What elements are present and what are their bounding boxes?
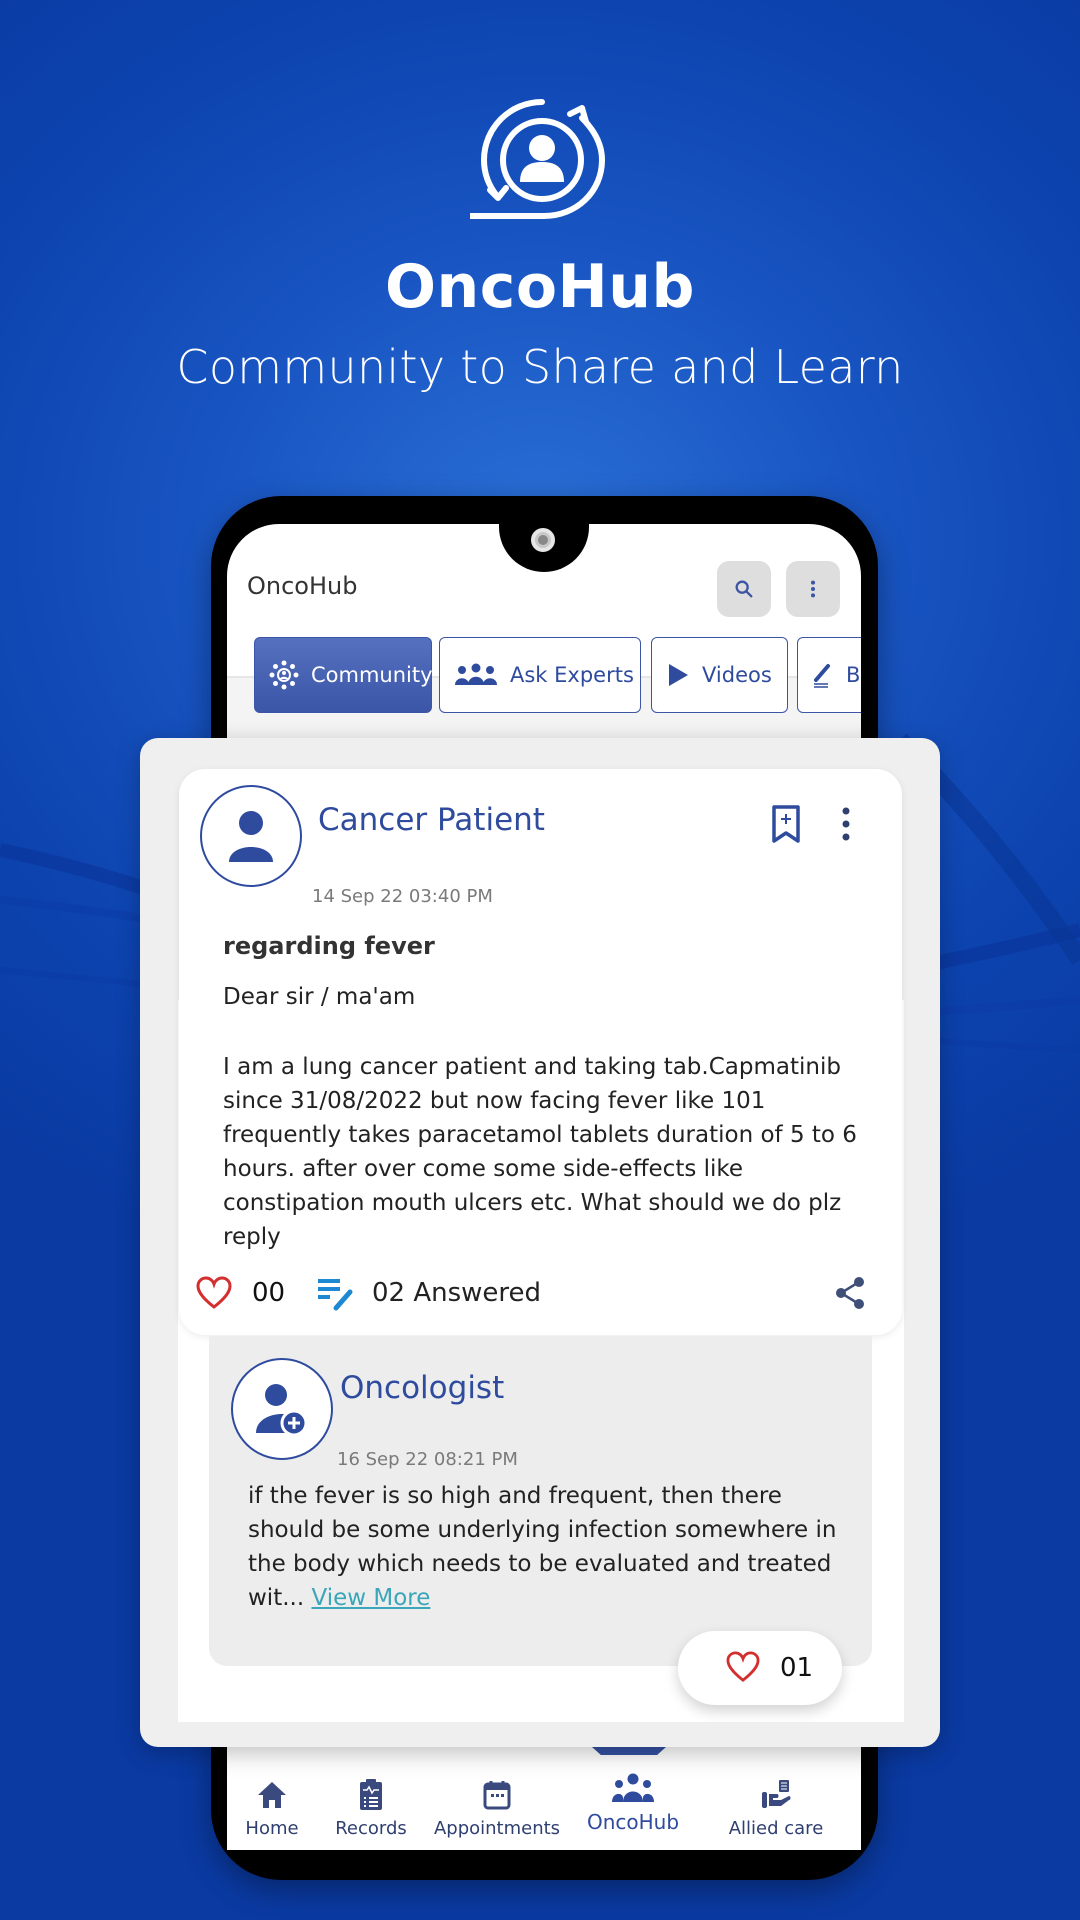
app-title: OncoHub (247, 572, 358, 600)
post-author-name[interactable]: Cancer Patient (318, 802, 545, 838)
tab-label: Videos (702, 663, 772, 687)
nav-label: Records (335, 1818, 407, 1839)
experts-icon (455, 663, 497, 685)
post-title: regarding fever (223, 932, 435, 960)
nav-label: Allied care (728, 1818, 824, 1839)
bookmark-add-icon[interactable] (770, 804, 802, 844)
tab-label: Community (311, 663, 433, 687)
clipboard-icon (360, 1779, 382, 1810)
calendar-icon (483, 1781, 511, 1810)
search-button[interactable] (717, 561, 771, 617)
search-icon (735, 580, 753, 598)
home-icon (258, 1782, 286, 1808)
view-more-link[interactable]: View More (311, 1585, 430, 1611)
doctor-add-icon (256, 1384, 308, 1437)
post-author-avatar (200, 785, 302, 887)
more-options-button[interactable] (786, 561, 840, 617)
answer-author-name[interactable]: Oncologist (340, 1370, 504, 1406)
post-more-icon[interactable] (836, 806, 856, 842)
user-icon (229, 811, 273, 862)
answer-like-count: 01 (780, 1653, 814, 1683)
hero-title: OncoHub (385, 252, 695, 322)
nav-label: Home (245, 1818, 299, 1839)
answer-timestamp: 16 Sep 22 08:21 PM (337, 1449, 518, 1470)
hero-subtitle: Community to Share and Learn (176, 340, 904, 394)
tab-videos[interactable]: Videos (651, 637, 788, 713)
answers-icon[interactable] (316, 1276, 354, 1312)
answer-body: if the fever is so high and frequent, th… (248, 1479, 858, 1615)
edit-icon (814, 664, 830, 688)
nav-records[interactable]: Records (311, 1778, 431, 1839)
post-actions: 00 02 Answered (196, 1272, 876, 1316)
more-vert-icon (810, 580, 816, 598)
tabs-bar: Community Ask Experts Videos B (227, 620, 861, 738)
post-greeting: Dear sir / ma'am (223, 984, 416, 1010)
share-icon[interactable] (834, 1276, 866, 1310)
tab-label: B (846, 663, 861, 687)
nav-oncohub[interactable]: OncoHub (573, 1772, 693, 1834)
front-camera (531, 528, 555, 552)
tab-label: Ask Experts (510, 663, 634, 687)
answer-like-button[interactable]: 01 (678, 1631, 842, 1705)
tab-ask-experts[interactable]: Ask Experts (439, 637, 641, 713)
community-cycle-icon (470, 99, 606, 219)
post-like-count: 00 (252, 1278, 286, 1308)
nav-appointments[interactable]: Appointments (433, 1778, 561, 1839)
care-hand-icon (762, 1780, 791, 1808)
play-icon (669, 664, 688, 686)
nav-label: OncoHub (586, 1810, 680, 1834)
tab-blogs[interactable]: B (797, 637, 861, 713)
post-timestamp: 14 Sep 22 03:40 PM (312, 886, 493, 907)
post-body: I am a lung cancer patient and taking ta… (223, 1054, 857, 1250)
group-icon (612, 1773, 654, 1802)
nav-label: Appointments (433, 1818, 561, 1839)
heart-icon (726, 1651, 760, 1682)
tab-community[interactable]: Community (254, 637, 433, 713)
answers-count[interactable]: 02 Answered (372, 1278, 541, 1308)
heart-icon[interactable] (196, 1276, 232, 1310)
nav-active-indicator (592, 1747, 666, 1755)
answer-author-avatar (231, 1358, 333, 1460)
community-icon (269, 660, 299, 690)
nav-allied-care[interactable]: Allied care (716, 1778, 836, 1839)
